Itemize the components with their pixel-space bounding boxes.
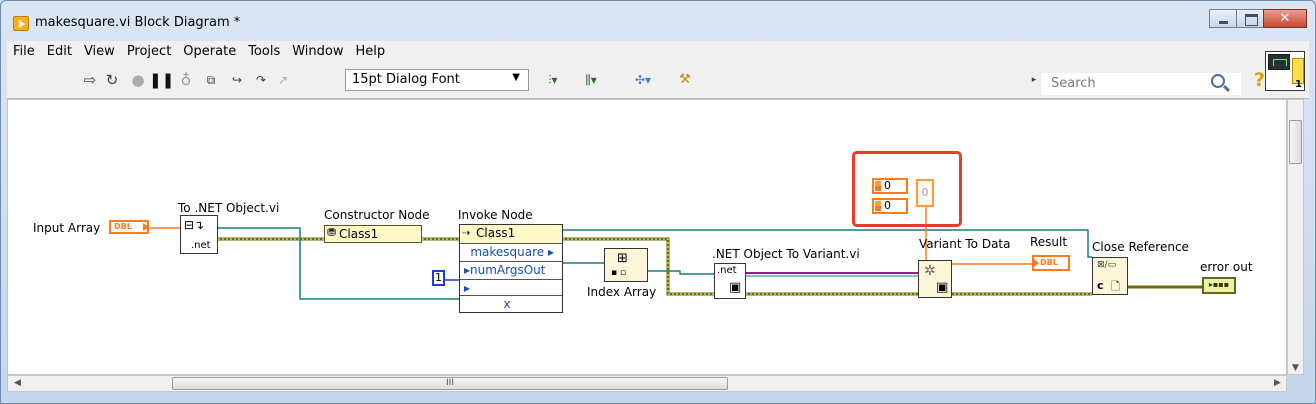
menu-file[interactable]: File — [7, 41, 41, 63]
abort-icon[interactable]: ● — [129, 71, 147, 89]
cluster-element-2[interactable]: 0 — [872, 198, 908, 214]
object-icon: ⛃ — [327, 226, 337, 239]
close-ref-glyph-icon: ⊠/▭ — [1097, 260, 1117, 270]
vertical-scroll-thumb[interactable] — [1289, 120, 1302, 164]
toolbar: ⇨ ↻ ● ❚❚ ♁ ⧉ ↪ ↷ ↗ 15pt Dialog Font ▼ ⫶▾… — [7, 63, 1309, 99]
retain-wire-values-icon[interactable]: ⧉ — [201, 71, 221, 89]
data-out-icon: ▣ — [936, 280, 949, 295]
menu-tools[interactable]: Tools — [242, 41, 286, 63]
search-placeholder: Search — [1051, 76, 1096, 91]
close-reference-node[interactable]: ⊠/▭ c 🗋 — [1092, 257, 1128, 295]
invoke-class-name: Class1 — [476, 226, 516, 240]
block-diagram-canvas[interactable]: Input Array DBL To .NET Object.vi ⊟↴ .ne… — [7, 99, 1287, 375]
net-glyph: .net — [191, 240, 211, 251]
vi-icon-connector-pane[interactable]: 1 — [1265, 51, 1305, 91]
scroll-down-arrow[interactable]: ▼ — [1292, 363, 1299, 373]
context-help-icon[interactable]: ? — [1254, 69, 1265, 91]
index-array-label: Index Array — [587, 285, 657, 299]
step-out-icon[interactable]: ↗ — [273, 71, 293, 89]
constructor-node-label: Constructor Node — [324, 208, 430, 222]
chevron-down-icon: ▼ — [512, 72, 520, 83]
menu-project[interactable]: Project — [121, 41, 177, 63]
variant-to-data-node[interactable]: ✲ ▣ — [918, 260, 952, 298]
horizontal-scroll-thumb[interactable]: III — [172, 377, 728, 390]
invoke-param-x[interactable]: x — [460, 295, 562, 313]
cluster-element-1[interactable]: 0 — [872, 178, 908, 194]
error-out-label: error out — [1200, 260, 1253, 274]
teal-wire — [648, 270, 714, 275]
step-into-icon[interactable]: ↪ — [227, 71, 247, 89]
invoke-node-header: ⇢ Class1 — [460, 225, 562, 243]
close-ref-c-glyph: c — [1097, 279, 1104, 292]
menu-operate[interactable]: Operate — [177, 41, 242, 63]
gear-icon: ✲ — [924, 263, 936, 279]
to-net-object-label: To .NET Object.vi — [178, 201, 280, 215]
window-title: makesquare.vi Block Diagram * — [35, 15, 241, 30]
invoke-method-row[interactable]: makesquare ▸ — [460, 243, 562, 261]
menu-bar: File Edit View Project Operate Tools Win… — [7, 41, 1309, 63]
result-indicator[interactable]: DBL — [1032, 255, 1070, 271]
invoke-arrow-icon: ⇢ — [462, 228, 471, 239]
close-reference-label: Close Reference — [1092, 240, 1189, 254]
numeric-constant-one[interactable]: 1 — [432, 270, 445, 286]
index-terminal-icon: ▪ ▫ — [611, 268, 627, 278]
labview-app-icon — [13, 16, 29, 31]
search-icon[interactable] — [1211, 74, 1225, 88]
connector-count: 1 — [1295, 79, 1302, 90]
close-button[interactable]: ✕ — [1263, 9, 1307, 28]
font-ring-value: 15pt Dialog Font — [352, 72, 460, 87]
distribute-objects-icon[interactable]: ⫼▾ — [577, 71, 605, 89]
net-to-variant-label: .NET Object To Variant.vi — [712, 247, 860, 261]
window-controls: ✕ — [1209, 9, 1307, 28]
input-array-label: Input Array — [33, 221, 101, 235]
font-ring[interactable]: 15pt Dialog Font ▼ — [345, 69, 529, 91]
input-array-terminal[interactable]: DBL — [109, 220, 149, 234]
search-expand-icon[interactable]: ▸ — [1029, 71, 1039, 89]
menu-help[interactable]: Help — [349, 41, 391, 63]
vi-icon-graphic — [1268, 54, 1290, 70]
align-objects-icon[interactable]: ⫶▾ — [539, 71, 567, 89]
reorder-icon[interactable]: ✣▾ — [629, 71, 657, 89]
variant-to-data-label: Variant To Data — [919, 237, 1011, 251]
pause-icon[interactable]: ❚❚ — [149, 71, 174, 89]
run-continuously-icon[interactable]: ↻ — [103, 71, 121, 89]
invoke-node[interactable]: ⇢ Class1 makesquare ▸ ▸numArgsOut ▸ x — [459, 224, 563, 313]
result-label: Result — [1030, 235, 1068, 249]
block-diagram-window: makesquare.vi Block Diagram * ✕ File Edi… — [0, 0, 1316, 404]
constructor-class-name: Class1 — [339, 227, 379, 241]
to-net-object-vi[interactable]: ⊟↴ .net — [180, 215, 218, 254]
invoke-node-label: Invoke Node — [458, 208, 533, 222]
document-icon: 🗋 — [1111, 280, 1120, 293]
invoke-param-numargsout[interactable]: ▸numArgsOut — [460, 261, 562, 279]
param-x-label: x — [503, 297, 511, 311]
highlight-execution-icon[interactable]: ♁ — [177, 71, 195, 89]
title-bar[interactable]: makesquare.vi Block Diagram * ✕ — [1, 1, 1315, 41]
cluster-output[interactable]: 0 — [916, 179, 934, 207]
param-numargsout-label: numArgsOut — [470, 263, 546, 277]
vertical-scrollbar[interactable]: ▼ — [1287, 99, 1304, 375]
index-array-node[interactable]: ⊞ ▪ ▫ — [604, 248, 648, 282]
array-glyph-icon: ⊟↴ — [184, 218, 205, 232]
maximize-button[interactable] — [1236, 9, 1264, 28]
horizontal-scrollbar[interactable]: ◀ III ▶ — [7, 375, 1287, 392]
menu-edit[interactable]: Edit — [41, 41, 78, 63]
grid-icon: ⊞ — [617, 251, 628, 266]
run-arrow-icon[interactable]: ⇨ — [81, 71, 99, 89]
error-out-indicator[interactable]: ▸▪▪▪ — [1202, 277, 1236, 294]
scroll-right-arrow[interactable]: ▶ — [1274, 378, 1281, 388]
net-to-variant-glyph: .net — [717, 265, 737, 276]
constructor-node[interactable]: ⛃ Class1 — [324, 225, 422, 243]
variant-glyph-icon: ▣ — [729, 280, 742, 295]
minimize-button[interactable] — [1209, 9, 1237, 28]
step-over-icon[interactable]: ↷ — [251, 71, 271, 89]
net-to-variant-vi[interactable]: .net ▣ — [714, 263, 746, 299]
search-input[interactable]: Search — [1041, 73, 1241, 95]
menu-view[interactable]: View — [78, 41, 121, 63]
menu-window[interactable]: Window — [286, 41, 349, 63]
invoke-method-name: makesquare — [470, 245, 545, 259]
scroll-left-arrow[interactable]: ◀ — [14, 378, 21, 388]
cleanup-diagram-icon[interactable]: ⚒ — [673, 71, 697, 89]
